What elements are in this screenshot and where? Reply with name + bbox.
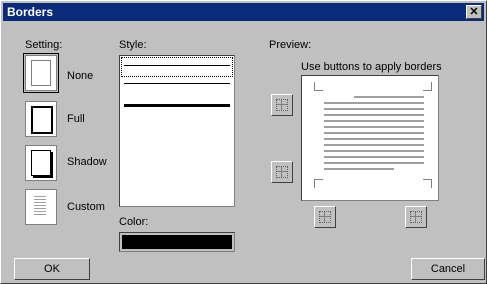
page-custom-icon [34,196,46,216]
title-bar: Borders ✕ [3,3,484,21]
close-button[interactable]: ✕ [466,5,482,19]
corner-top-right-icon [423,82,432,91]
corner-bottom-right-icon [423,179,432,188]
dialog-title: Borders [7,5,54,19]
top-border-button[interactable] [271,94,293,116]
preview-label: Preview: [269,39,312,51]
setting-custom-label: Custom [67,201,105,213]
preview-text-line [324,126,424,128]
corner-top-left-icon [314,82,323,91]
preview-text-line [324,132,424,134]
right-border-icon [410,211,422,223]
selected-style-row[interactable] [121,57,233,77]
setting-full-label: Full [67,113,85,125]
cancel-button[interactable]: Cancel [411,258,485,280]
style-list[interactable] [119,55,235,207]
preview-text-line [324,156,424,158]
bottom-border-button[interactable] [271,161,293,183]
setting-custom-button[interactable] [25,189,57,225]
bottom-border-icon [276,166,288,178]
left-border-button[interactable] [314,206,336,228]
setting-none-button[interactable] [23,53,59,93]
style-label: Style: [119,39,147,51]
preview-area [301,75,439,201]
setting-label: Setting: [25,39,63,51]
preview-text-line [324,108,424,110]
style-medium-line[interactable] [124,83,230,84]
setting-shadow-label: Shadow [67,156,107,168]
color-label: Color: [119,216,149,228]
style-thin-line[interactable] [124,65,230,66]
preview-hint: Use buttons to apply borders [301,61,442,73]
setting-none-label: None [67,70,94,82]
preview-text-line [324,120,424,122]
preview-text-line [324,150,424,152]
corner-bottom-left-icon [314,179,323,188]
page-none-icon [31,60,51,86]
preview-text-line [324,168,394,170]
preview-text-line [324,102,424,104]
left-border-icon [319,211,331,223]
setting-shadow-button[interactable] [25,145,57,181]
preview-text-line [324,114,424,116]
page-shadow-icon [31,150,51,176]
preview-text-line [354,96,424,98]
preview-text-line [324,138,424,140]
color-swatch [122,235,232,249]
preview-text-line [324,162,424,164]
color-picker[interactable] [119,232,235,252]
page-full-icon [31,106,53,134]
top-border-icon [276,99,288,111]
style-thick-line[interactable] [124,104,230,107]
close-icon: ✕ [469,6,479,18]
ok-button[interactable]: OK [14,258,90,280]
borders-dialog: Borders ✕ Setting: None Full Shadow Cust… [0,0,487,284]
preview-text-line [324,144,424,146]
right-border-button[interactable] [405,206,427,228]
setting-full-button[interactable] [25,101,57,137]
